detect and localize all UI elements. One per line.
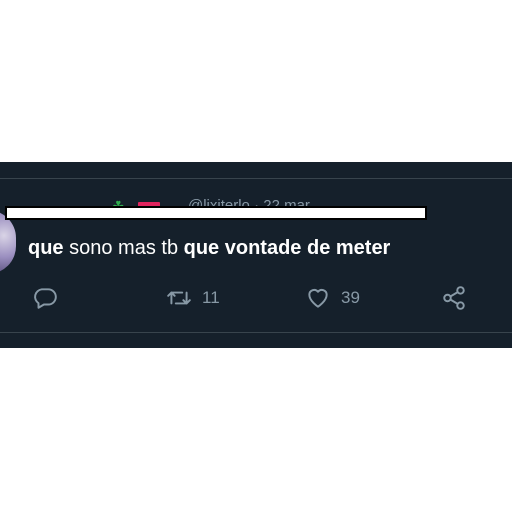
tweet-text: que sono mas tb que vontade de meter [28, 236, 390, 260]
reply-button[interactable] [32, 283, 58, 313]
tweet-text-part: que [28, 237, 64, 259]
tweet-card[interactable]: ☘ @lixiterlo · 22 mar que sono mas tb qu… [0, 162, 512, 348]
share-button[interactable] [441, 283, 467, 313]
redaction-bar [5, 206, 427, 220]
reply-icon [34, 288, 57, 309]
retweet-button[interactable]: 11 [166, 283, 220, 313]
divider [0, 332, 512, 333]
share-icon [443, 286, 465, 310]
divider [0, 178, 512, 179]
tweet-text-part: que vontade de meter [183, 237, 391, 259]
like-count: 39 [341, 288, 360, 307]
tweet-text-part: sono mas tb [63, 237, 184, 259]
retweet-count: 11 [202, 288, 220, 307]
tweet-actions: 11 39 [0, 283, 512, 313]
like-button[interactable]: 39 [305, 283, 360, 313]
retweet-icon [167, 291, 191, 305]
heart-icon [308, 288, 328, 308]
